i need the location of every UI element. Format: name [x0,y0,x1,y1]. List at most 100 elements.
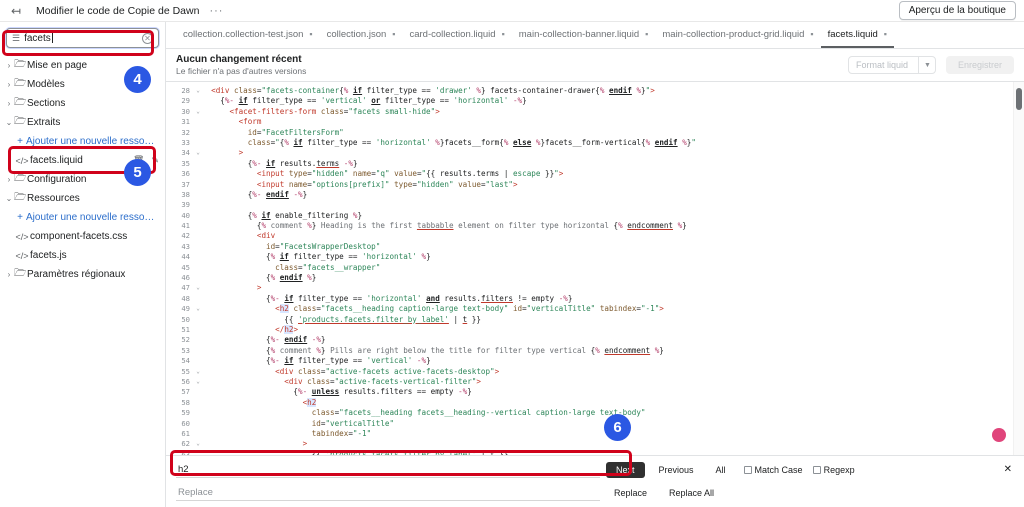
code-line[interactable]: 44 {% if filter_type == 'horizontal' %} [166,252,1013,262]
tab-close-icon[interactable]: ▪ [392,29,395,39]
fold-icon[interactable] [194,346,202,356]
fold-icon[interactable] [194,159,202,169]
fold-icon[interactable] [194,221,202,231]
replace-all-button[interactable]: Replace All [661,485,722,501]
tab-main-collection-product-grid-liquid[interactable]: main-collection-product-grid.liquid ▪ [655,22,820,48]
chevron-icon[interactable]: › [4,175,14,184]
code-line[interactable]: 57 {%- unless results.filters == empty -… [166,387,1013,397]
replace-button[interactable]: Replace [606,485,655,501]
code-line[interactable]: 31 <form [166,117,1013,127]
tab-facets-liquid[interactable]: facets.liquid ▪ [820,22,894,48]
find-input[interactable]: h2 [176,461,600,478]
code-line[interactable]: 32 id="FacetFiltersForm" [166,128,1013,138]
sidebar-item-ajouter-une-nouvelle-ressource-du[interactable]: +Ajouter une nouvelle ressource du [0,132,165,151]
code-line[interactable]: 35 {%- if results.terms -%} [166,159,1013,169]
code-line[interactable]: 61 tabindex="-1" [166,429,1013,439]
code-line[interactable]: 53 {% comment %} Pills are right below t… [166,346,1013,356]
sidebar-item-ressources[interactable]: ⌄ 🗁 Ressources [0,189,165,208]
tab-collection-collection-test-json[interactable]: collection.collection-test.json ▪ [176,22,320,48]
code-line[interactable]: 39 [166,200,1013,210]
replace-input[interactable]: Replace [176,484,600,501]
chat-widget-badge[interactable] [992,428,1006,442]
sidebar-item-extraits[interactable]: ⌄ 🗁 Extraits [0,113,165,132]
code-line[interactable]: 54 {%- if filter_type == 'vertical' -%} [166,356,1013,366]
sidebar-item-facets-js[interactable]: </> facets.js [0,246,165,265]
fold-icon[interactable] [194,263,202,273]
chevron-icon[interactable]: › [4,61,14,70]
code-line[interactable]: 37 <input name="options[prefix]" type="h… [166,180,1013,190]
fold-icon[interactable] [194,408,202,418]
save-button[interactable]: Enregistrer [945,56,1014,74]
find-next-button[interactable]: Next [606,461,645,478]
tab-close-icon[interactable]: ▪ [309,29,312,39]
fold-icon[interactable]: ⌄ [194,107,202,117]
fold-icon[interactable] [194,128,202,138]
code-line[interactable]: 29 {%- if filter_type == 'vertical' or f… [166,96,1013,106]
more-options-icon[interactable]: ··· [209,5,223,17]
fold-icon[interactable] [194,169,202,179]
code-line[interactable]: 55 ⌄ <div class="active-facets active-fac… [166,367,1013,377]
fold-icon[interactable] [194,419,202,429]
code-line[interactable]: 56 ⌄ <div class="active-facets-vertical-f… [166,377,1013,387]
code-line[interactable]: 43 id="FacetsWrapperDesktop" [166,242,1013,252]
regexp-checkbox[interactable]: Regexp [812,465,855,475]
fold-icon[interactable] [194,398,202,408]
fold-icon[interactable] [194,450,202,455]
fold-icon[interactable] [194,273,202,283]
sidebar-item-sections[interactable]: › 🗁 Sections [0,94,165,113]
fold-icon[interactable]: ⌄ [194,283,202,293]
sidebar-item-param-tres-r-gionaux[interactable]: › 🗁 Paramètres régionaux [0,265,165,284]
code-content[interactable]: 28 ⌄ <div class="facets-container{% if fi… [166,82,1013,455]
tab-collection-json[interactable]: collection.json ▪ [320,22,403,48]
code-line[interactable]: 38 {%- endif -%} [166,190,1013,200]
fold-icon[interactable] [194,231,202,241]
find-all-button[interactable]: All [708,462,734,478]
format-select[interactable]: Format liquid ▼ [848,56,936,74]
code-line[interactable]: 52 {%- endif -%} [166,335,1013,345]
match-case-checkbox[interactable]: Match Case [743,465,803,475]
chevron-icon[interactable]: › [4,270,14,279]
fold-icon[interactable] [194,429,202,439]
tab-close-icon[interactable]: ▪ [884,29,887,39]
chevron-icon[interactable]: › [4,99,14,108]
fold-icon[interactable] [194,211,202,221]
code-line[interactable]: 60 id="verticalTitle" [166,419,1013,429]
code-line[interactable]: 51 </h2> [166,324,1013,335]
tab-card-collection-liquid[interactable]: card-collection.liquid ▪ [402,22,511,48]
fold-icon[interactable] [194,387,202,397]
fold-icon[interactable] [194,356,202,366]
rename-icon[interactable]: ✎ [151,155,159,166]
fold-icon[interactable] [194,242,202,252]
preview-store-button[interactable]: Aperçu de la boutique [898,1,1016,20]
tab-close-icon[interactable]: ▪ [502,29,505,39]
chevron-icon[interactable]: ⌄ [4,118,14,127]
code-line[interactable]: 47 ⌄ > [166,283,1013,293]
code-line[interactable]: 30 ⌄ <facet-filters-form class="facets sm… [166,107,1013,117]
scrollbar-thumb[interactable] [1016,88,1022,110]
code-line[interactable]: 36 <input type="hidden" name="q" value="… [166,169,1013,179]
tab-close-icon[interactable]: ▪ [810,29,813,39]
fold-icon[interactable] [194,200,202,210]
fold-icon[interactable]: ⌄ [194,367,202,377]
fold-icon[interactable] [194,325,202,335]
code-line[interactable]: 48 {%- if filter_type == 'horizontal' an… [166,294,1013,304]
chevron-icon[interactable]: › [4,80,14,89]
sidebar-item-ajouter-une-nouvelle-ressource-du[interactable]: +Ajouter une nouvelle ressource du... [0,208,165,227]
fold-icon[interactable] [194,335,202,345]
fold-icon[interactable] [194,252,202,262]
fold-icon[interactable]: ⌄ [194,86,202,96]
find-previous-button[interactable]: Previous [651,462,702,478]
code-line[interactable]: 62 ⌄ > [166,439,1013,449]
sidebar-item-component-facets-css[interactable]: </> component-facets.css [0,227,165,246]
code-line[interactable]: 50 {{ 'products.facets.filter_by_label' … [166,315,1013,325]
editor-scrollbar[interactable] [1013,82,1024,455]
clear-icon[interactable]: ✕ [142,32,153,44]
code-line[interactable]: 41 {% comment %} Heading is the first ta… [166,221,1013,231]
fold-icon[interactable] [194,117,202,127]
code-line[interactable]: 59 class="facets__heading facets__headin… [166,408,1013,418]
code-line[interactable]: 34 ⌄ > [166,148,1013,158]
fold-icon[interactable] [194,190,202,200]
back-arrow-icon[interactable]: ↤ [8,3,24,19]
fold-icon[interactable]: ⌄ [194,439,202,449]
code-line[interactable]: 28 ⌄ <div class="facets-container{% if fi… [166,86,1013,96]
